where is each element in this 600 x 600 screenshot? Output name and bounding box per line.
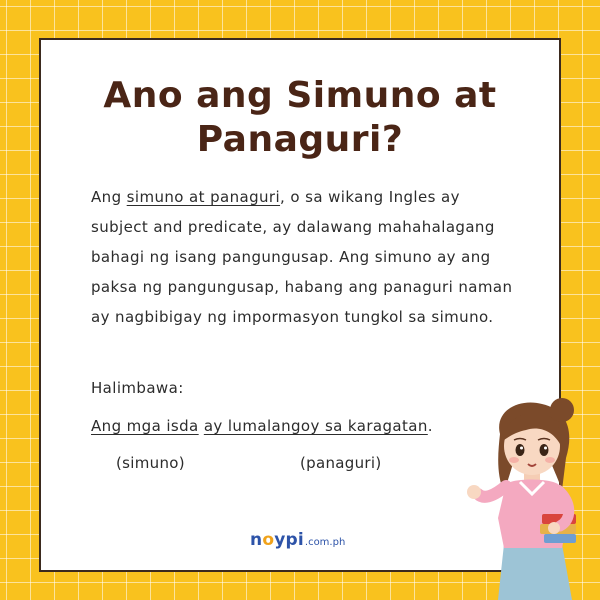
definition-paragraph: Ang simuno at panaguri, o sa wikang Ingl… [91, 182, 521, 332]
logo-text: noypi [250, 530, 304, 550]
paragraph-term: simuno at panaguri [126, 188, 281, 206]
logo-suffix: .com.ph [304, 537, 346, 548]
teacher-illustration [467, 398, 576, 600]
noypi-logo[interactable]: noypi .com.ph [250, 530, 345, 550]
example-end: . [427, 417, 433, 435]
page-title: Ano ang Simuno at Panaguri? [103, 75, 497, 160]
example-subject: Ang mga isda [91, 417, 199, 435]
paragraph-rest: , o sa wikang Ingles ay subject and pred… [91, 188, 513, 326]
paragraph-lead: Ang [91, 188, 127, 206]
example-label: Halimbawa: [91, 379, 184, 397]
example-sentence: Ang mga isda ay lumalangoy sa karagatan. [91, 414, 433, 438]
predicate-tag: (panaguri) [300, 454, 382, 472]
subject-tag: (simuno) [116, 454, 185, 472]
page: { "title": "Ano ang Simuno at Panaguri?"… [0, 0, 600, 600]
example-predicate: ay lumalangoy sa karagatan [203, 417, 428, 435]
